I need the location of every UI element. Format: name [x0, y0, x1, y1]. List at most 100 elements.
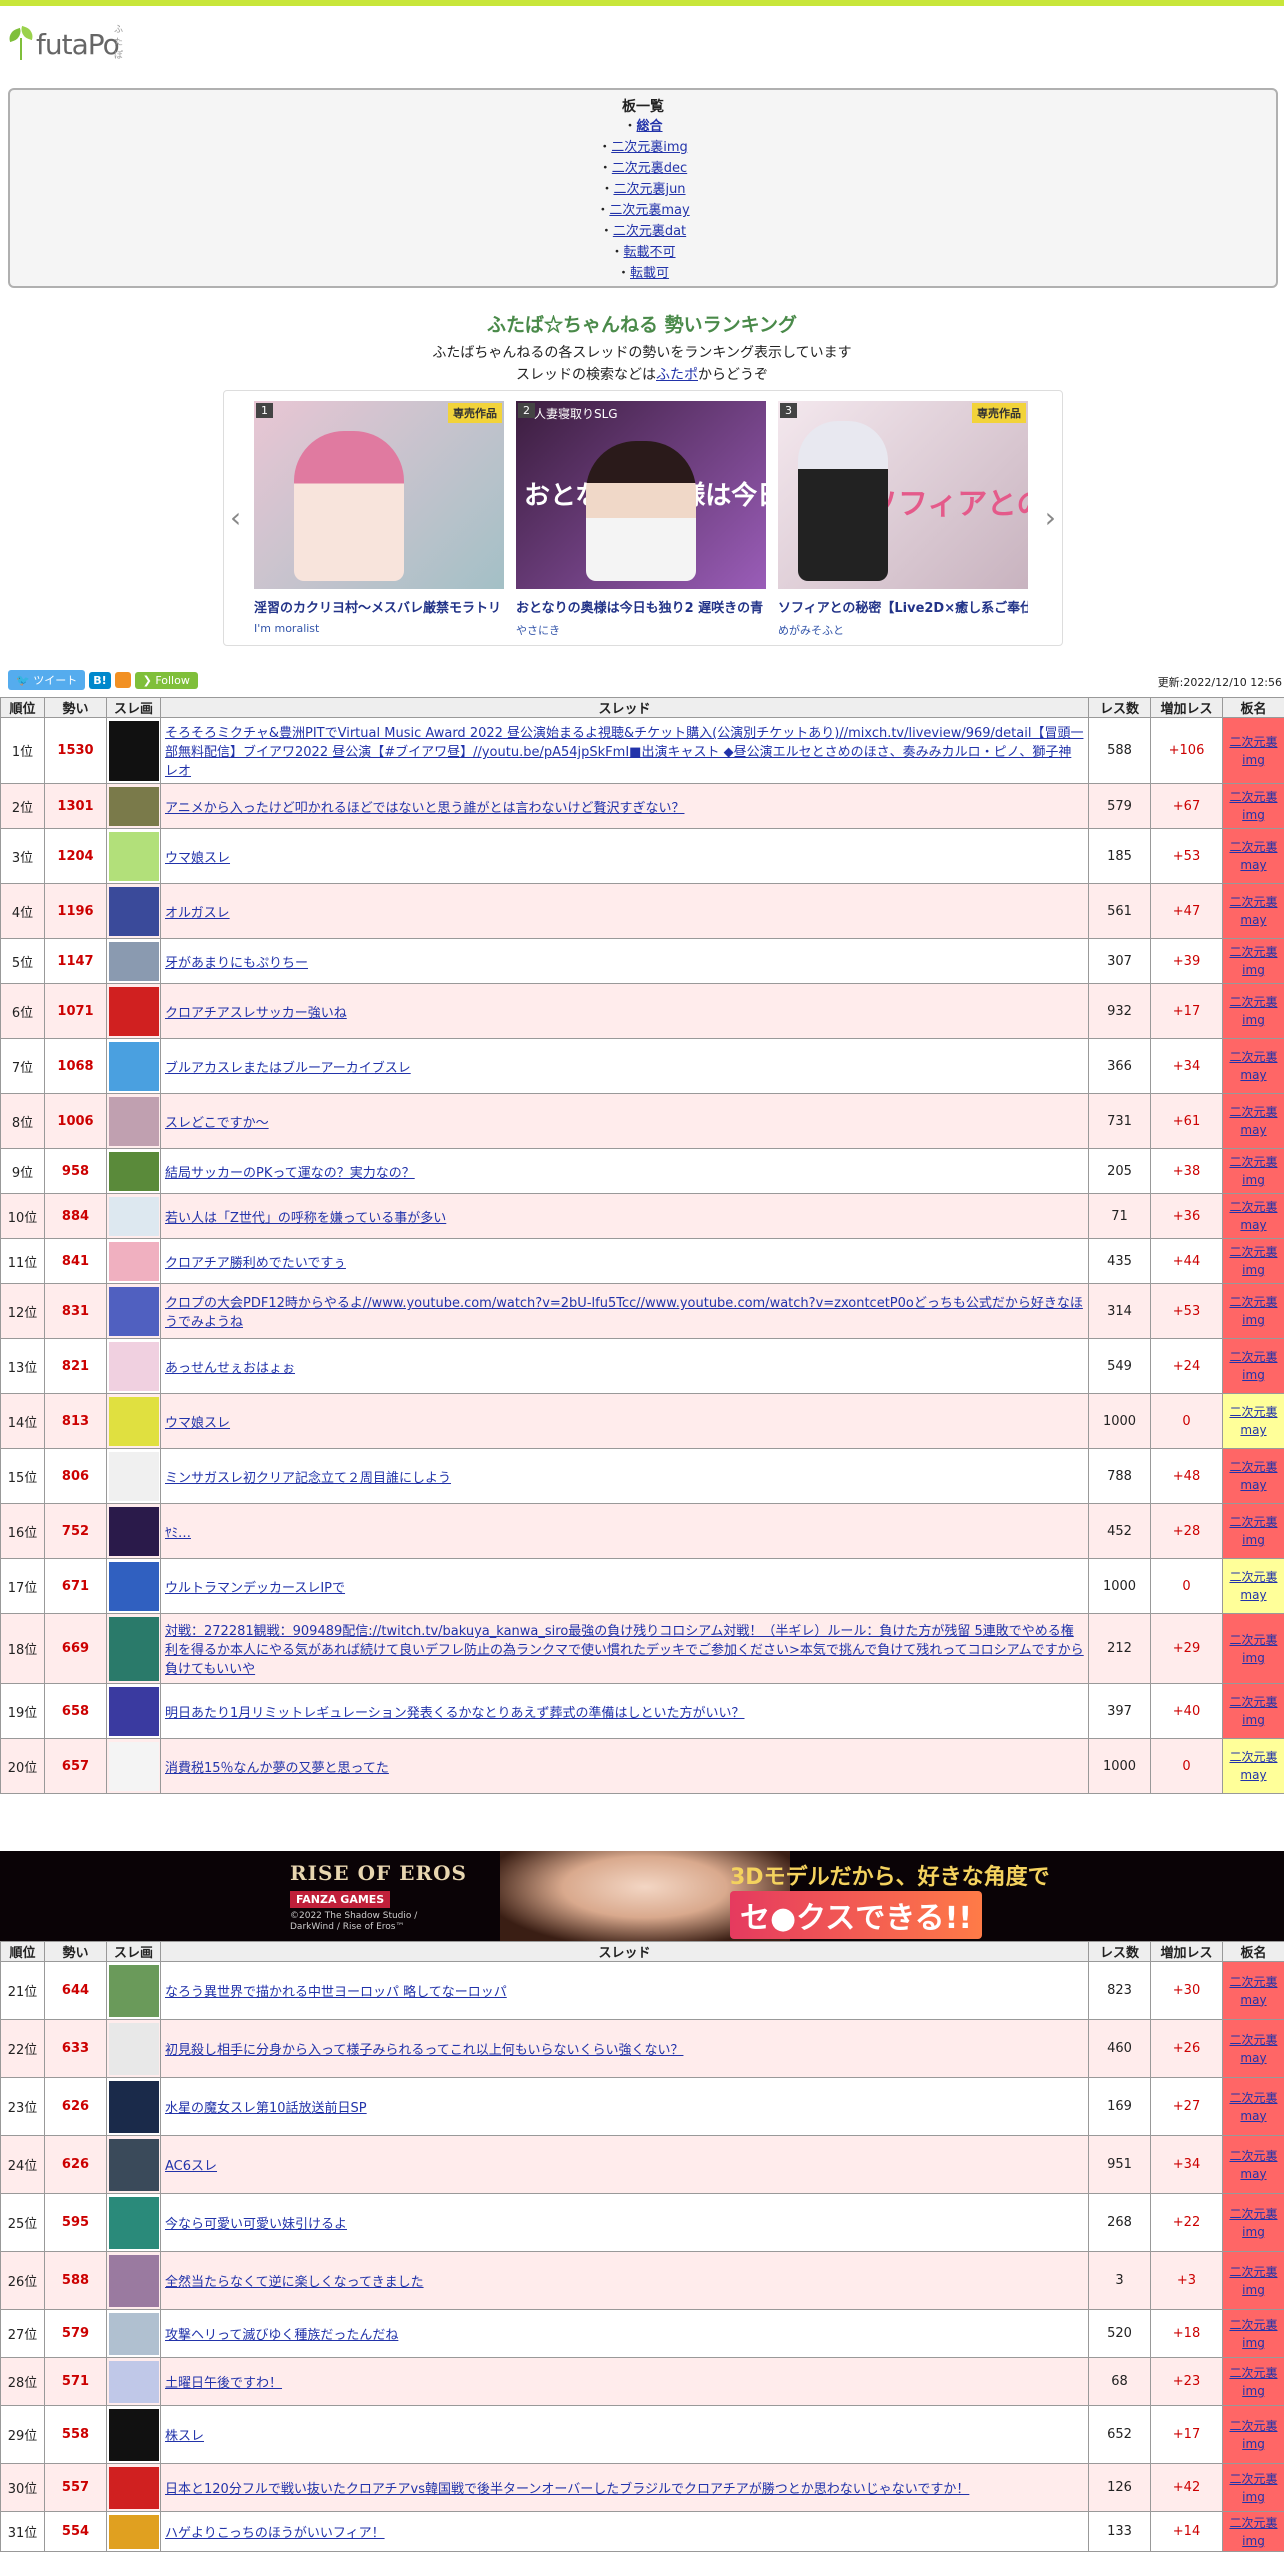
board-name-link[interactable]: 二次元裏img [1229, 2265, 1277, 2297]
board-link[interactable]: 二次元裏dec [612, 161, 687, 176]
board-name-link[interactable]: 二次元裏img [1229, 790, 1277, 822]
thread-thumbnail[interactable] [109, 1241, 159, 1281]
thread-link[interactable]: 牙があまりにもぷりちー [165, 956, 308, 971]
thread-link[interactable]: ﾔﾐ… [165, 1526, 191, 1541]
board-name-link[interactable]: 二次元裏may [1229, 2091, 1277, 2123]
thread-thumbnail[interactable] [109, 2022, 159, 2075]
board-name-link[interactable]: 二次元裏img [1229, 2318, 1277, 2350]
carousel-item[interactable]: ソフィアとの秘密 3 専売作品ソフィアとの秘密【Live2D×癒し系ご奉仕めがみそふ… [778, 401, 1028, 637]
board-name-link[interactable]: 二次元裏img [1229, 2516, 1277, 2548]
thread-link[interactable]: なろう異世界で描かれる中世ヨーロッパ 略してなーロッパ [165, 1985, 507, 2000]
thread-thumbnail[interactable] [109, 1561, 159, 1611]
board-name-link[interactable]: 二次元裏may [1229, 1975, 1277, 2007]
board-link[interactable]: 二次元裏may [609, 203, 689, 218]
thread-thumbnail[interactable] [109, 2196, 159, 2249]
thread-thumbnail[interactable] [109, 720, 159, 781]
hatena-bookmark-button[interactable]: B! [89, 671, 111, 689]
thread-thumbnail[interactable] [109, 941, 159, 981]
thread-link[interactable]: 消費税15％なんか夢の又夢と思ってた [165, 1761, 389, 1776]
board-link[interactable]: 転載不可 [624, 245, 676, 260]
board-name-link[interactable]: 二次元裏img [1229, 945, 1277, 977]
thread-link[interactable]: あっせんせぇおはょぉ [165, 1361, 295, 1376]
thread-link[interactable]: そろそろミクチャ&豊洲PITでVirtual Music Award 2022 … [165, 726, 1083, 779]
thread-link[interactable]: 結局サッカーのPKって運なの？実力なの？ [165, 1166, 415, 1181]
board-name-link[interactable]: 二次元裏may [1229, 1405, 1277, 1437]
board-name-link[interactable]: 二次元裏img [1229, 2207, 1277, 2239]
thread-link[interactable]: 攻撃ヘリって滅びゆく種族だったんだね [165, 2328, 398, 2343]
board-name-link[interactable]: 二次元裏img [1229, 2472, 1277, 2504]
carousel-author[interactable]: やさにき [516, 622, 766, 638]
board-name-link[interactable]: 二次元裏img [1229, 1633, 1277, 1665]
board-name-link[interactable]: 二次元裏may [1229, 840, 1277, 872]
thread-thumbnail[interactable] [109, 1741, 159, 1791]
thread-thumbnail[interactable] [109, 2360, 159, 2403]
thread-thumbnail[interactable] [109, 1964, 159, 2017]
thread-link[interactable]: ウルトラマンデッカースレIPで [165, 1581, 345, 1596]
board-name-link[interactable]: 二次元裏img [1229, 1155, 1277, 1187]
board-name-link[interactable]: 二次元裏img [1229, 1695, 1277, 1727]
site-logo[interactable]: futaPo ふたぽ [6, 22, 123, 66]
board-name-link[interactable]: 二次元裏may [1229, 2149, 1277, 2181]
thread-link[interactable]: 水星の魔女スレ第10話放送前日SP [165, 2101, 367, 2116]
board-name-link[interactable]: 二次元裏may [1229, 1050, 1277, 1082]
carousel-author[interactable]: めがみそふと [778, 622, 1028, 638]
thread-link[interactable]: ウマ娘スレ [165, 1416, 230, 1431]
thread-thumbnail[interactable] [109, 1451, 159, 1501]
thread-thumbnail[interactable] [109, 1196, 159, 1236]
board-name-link[interactable]: 二次元裏img [1229, 735, 1277, 767]
board-name-link[interactable]: 二次元裏img [1229, 2366, 1277, 2398]
thread-thumbnail[interactable] [109, 2312, 159, 2355]
thread-thumbnail[interactable] [109, 886, 159, 936]
thread-thumbnail[interactable] [109, 1396, 159, 1446]
thread-link[interactable]: 対戦：272281観戦：909489配信://twitch.tv/bakuya_… [165, 1624, 1084, 1677]
thread-link[interactable]: 全然当たらなくて逆に楽しくなってきました [165, 2275, 424, 2290]
thread-thumbnail[interactable] [109, 2514, 159, 2549]
thread-link[interactable]: オルガスレ [165, 906, 230, 921]
board-link[interactable]: 総合 [637, 119, 663, 134]
thread-thumbnail[interactable] [109, 1341, 159, 1391]
board-name-link[interactable]: 二次元裏may [1229, 1460, 1277, 1492]
thread-thumbnail[interactable] [109, 2138, 159, 2191]
thread-link[interactable]: クロアチアスレサッカー強いね [165, 1006, 347, 1021]
thread-thumbnail[interactable] [109, 1506, 159, 1556]
board-name-link[interactable]: 二次元裏img [1229, 995, 1277, 1027]
thread-link[interactable]: 初見殺し相手に分身から入って様子みられるってこれ以上何もいらないくらい強くない？ [165, 2043, 683, 2058]
thread-link[interactable]: AC6スレ [165, 2159, 217, 2174]
thread-thumbnail[interactable] [109, 986, 159, 1036]
board-link[interactable]: 二次元裏img [611, 140, 688, 155]
thread-link[interactable]: アニメから入ったけど叩かれるほどではないと思う誰がとは言わないけど贅沢すぎない？ [165, 801, 684, 816]
thread-thumbnail[interactable] [109, 2408, 159, 2461]
thread-link[interactable]: 日本と120分フルで戦い抜いたクロアチアvs韓国戦で後半ターンオーバーしたブラジ… [165, 2482, 969, 2497]
carousel-prev-arrow-icon[interactable]: ‹ [230, 501, 241, 534]
thread-thumbnail[interactable] [109, 2254, 159, 2307]
board-name-link[interactable]: 二次元裏img [1229, 1350, 1277, 1382]
thread-thumbnail[interactable] [109, 2080, 159, 2133]
thread-thumbnail[interactable] [109, 1041, 159, 1091]
thread-thumbnail[interactable] [109, 1616, 159, 1681]
board-name-link[interactable]: 二次元裏img [1229, 2419, 1277, 2451]
carousel-title[interactable]: 淫習のカクリヨ村～メスバレ厳禁モラトリ [254, 597, 504, 616]
thread-link[interactable]: クロアチア勝利めでたいですぅ [165, 1256, 346, 1271]
board-name-link[interactable]: 二次元裏may [1229, 2033, 1277, 2065]
thread-link[interactable]: 株スレ [165, 2429, 204, 2444]
thread-thumbnail[interactable] [109, 1151, 159, 1191]
board-name-link[interactable]: 二次元裏may [1229, 1570, 1277, 1602]
thread-link[interactable]: スレどこですか～ [165, 1116, 269, 1131]
carousel-next-arrow-icon[interactable]: › [1045, 501, 1056, 534]
thread-thumbnail[interactable] [109, 1096, 159, 1146]
thread-thumbnail[interactable] [109, 1686, 159, 1736]
board-name-link[interactable]: 二次元裏may [1229, 1750, 1277, 1782]
board-name-link[interactable]: 二次元裏may [1229, 1105, 1277, 1137]
board-name-link[interactable]: 二次元裏may [1229, 1200, 1277, 1232]
thread-link[interactable]: 若い人は「Z世代」の呼称を嫌っている事が多い [165, 1211, 446, 1226]
carousel-author[interactable]: I'm moralist [254, 622, 504, 635]
board-link[interactable]: 二次元裏jun [613, 182, 685, 197]
board-name-link[interactable]: 二次元裏img [1229, 1295, 1277, 1327]
board-name-link[interactable]: 二次元裏img [1229, 1515, 1277, 1547]
thread-link[interactable]: 土曜日午後ですわ！ [165, 2376, 282, 2391]
follow-button[interactable]: ❯ Follow [134, 671, 198, 689]
tweet-button[interactable]: 🐦 ツイート [8, 670, 86, 690]
thread-link[interactable]: 今なら可愛い可愛い妹引けるよ [165, 2217, 347, 2232]
thread-link[interactable]: クロプの大会PDF12時からやるよ//www.youtube.com/watch… [165, 1296, 1083, 1330]
rss-icon[interactable] [114, 672, 131, 688]
